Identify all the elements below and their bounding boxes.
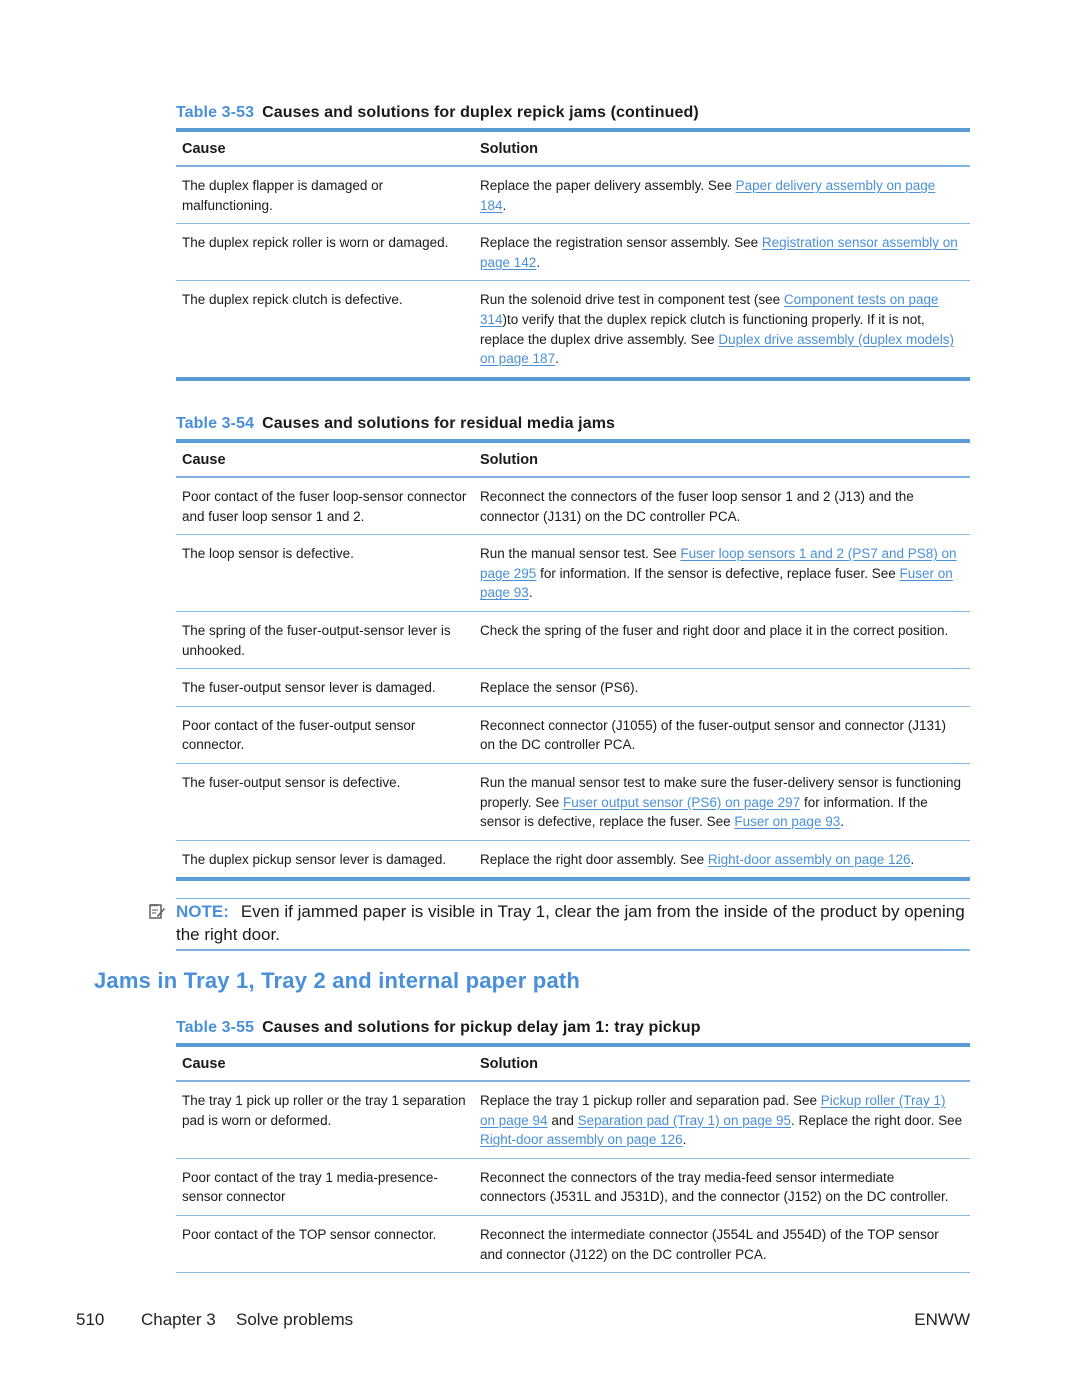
table-row: The duplex repick clutch is defective. Ru…: [176, 281, 970, 376]
solution-cell: Replace the tray 1 pickup roller and sep…: [474, 1091, 970, 1150]
table-row: The fuser-output sensor lever is damaged…: [176, 669, 970, 707]
cause-cell: The duplex repick clutch is defective.: [182, 292, 403, 308]
table-row: Poor contact of the TOP sensor connector…: [176, 1216, 970, 1274]
table-caption-3-54: Table 3-54 Causes and solutions for resid…: [176, 415, 970, 433]
table-bottom-rule: [176, 376, 970, 381]
table-header: Cause Solution: [176, 132, 970, 167]
solution-cell: Run the solenoid drive test in component…: [474, 290, 970, 368]
cause-cell: The fuser-output sensor lever is damaged…: [182, 680, 436, 696]
cause-cell: The tray 1 pick up roller or the tray 1 …: [182, 1093, 466, 1128]
solution-text: Reconnect the connectors of the fuser lo…: [480, 489, 914, 524]
table-row: The spring of the fuser-output-sensor le…: [176, 612, 970, 670]
solution-cell: Replace the paper delivery assembly. See…: [474, 176, 970, 215]
section-heading: Jams in Tray 1, Tray 2 and internal pape…: [94, 968, 581, 993]
cause-cell: Poor contact of the tray 1 media-presenc…: [182, 1169, 438, 1205]
cause-cell: The fuser-output sensor is defective.: [182, 774, 401, 790]
solution-cell: Reconnect the connectors of the tray med…: [474, 1168, 970, 1207]
solution-text: and: [547, 1112, 578, 1128]
note-box: NOTE: Even if jammed paper is visible in …: [176, 898, 970, 951]
solution-cell: Reconnect the intermediate connector (J5…: [474, 1225, 970, 1264]
table-number: Table 3-54: [176, 415, 255, 432]
header-solution: Solution: [480, 1056, 538, 1072]
note-pencil-icon: [149, 904, 165, 919]
solution-text: .: [536, 254, 541, 270]
solution-text: for information. If the sensor is defect…: [536, 565, 900, 581]
footer-locale: ENWW: [914, 1310, 970, 1329]
cross-reference-link[interactable]: Right-door assembly on page 126: [708, 852, 911, 867]
cause-cell: The duplex flapper is damaged or malfunc…: [182, 178, 384, 213]
cause-cell: Poor contact of the fuser-output sensor …: [182, 717, 416, 753]
solution-text: Replace the tray 1 pickup roller and sep…: [480, 1093, 821, 1108]
solution-text: .: [840, 814, 844, 830]
note-label: NOTE:: [176, 902, 229, 921]
solution-text: Run the solenoid drive test in component…: [480, 292, 784, 308]
header-cause: Cause: [182, 1056, 226, 1072]
solution-text: .: [682, 1132, 687, 1148]
solution-text: Run the manual sensor test. See: [480, 546, 681, 562]
solution-cell: Replace the registration sensor assembly…: [474, 233, 970, 272]
solution-cell: Check the spring of the fuser and right …: [474, 621, 970, 660]
table-header: Cause Solution: [176, 1047, 970, 1082]
table-row: The loop sensor is defective. Run the man…: [176, 535, 970, 612]
table-row: The duplex flapper is damaged or malfunc…: [176, 167, 970, 225]
solution-text: Replace the paper delivery assembly. See: [480, 178, 736, 193]
cause-cell: The spring of the fuser-output-sensor le…: [182, 622, 451, 658]
cause-cell: The loop sensor is defective.: [182, 546, 354, 562]
solution-text: Check the spring of the fuser and right …: [480, 622, 949, 638]
table-title: Causes and solutions for duplex repick j…: [262, 104, 699, 121]
table-residual-media-jams: Cause Solution Poor contact of the fuser…: [176, 439, 970, 882]
solution-cell: Replace the right door assembly. See Rig…: [474, 850, 970, 870]
cross-reference-link[interactable]: Fuser on page 93: [734, 814, 840, 829]
footer-chapter: Chapter 3: [141, 1310, 216, 1329]
table-number: Table 3-53: [176, 104, 255, 121]
solution-text: . Replace the right door. See: [791, 1112, 963, 1128]
cause-cell: The duplex repick roller is worn or dama…: [182, 235, 449, 251]
footer-page-number: 510: [76, 1310, 105, 1329]
solution-text: Replace the right door assembly. See: [480, 851, 708, 867]
table-row: Poor contact of the fuser loop-sensor co…: [176, 478, 970, 536]
solution-cell: Reconnect the connectors of the fuser lo…: [474, 487, 970, 526]
header-solution: Solution: [480, 452, 538, 468]
table-row: Poor contact of the tray 1 media-presenc…: [176, 1159, 970, 1216]
solution-text: Replace the sensor (PS6).: [480, 680, 639, 696]
table-bottom-rule: [176, 877, 970, 882]
header-solution: Solution: [480, 141, 538, 157]
table-row: The fuser-output sensor is defective. Run…: [176, 764, 970, 841]
solution-text: Reconnect connector (J1055) of the fuser…: [480, 717, 947, 753]
header-cause: Cause: [182, 452, 226, 468]
footer-chapter-title: Solve problems: [236, 1310, 354, 1329]
solution-text: .: [555, 351, 559, 367]
cross-reference-link[interactable]: Right-door assembly on page 126: [480, 1132, 683, 1147]
solution-cell: Replace the sensor (PS6).: [474, 678, 970, 698]
table-number: Table 3-55: [176, 1019, 255, 1036]
table-title: Causes and solutions for residual media …: [262, 415, 616, 432]
solution-cell: Reconnect connector (J1055) of the fuser…: [474, 716, 970, 755]
solution-text: .: [528, 585, 533, 601]
solution-text: .: [502, 197, 507, 213]
cause-cell: Poor contact of the TOP sensor connector…: [182, 1226, 437, 1242]
table-caption-3-53: Table 3-53 Causes and solutions for duple…: [176, 104, 970, 122]
table-row: Poor contact of the fuser-output sensor …: [176, 707, 970, 764]
solution-text: Reconnect the intermediate connector (J5…: [480, 1226, 939, 1262]
solution-text: Replace the registration sensor assembly…: [480, 235, 762, 251]
solution-cell: Run the manual sensor test. See Fuser lo…: [474, 544, 970, 603]
table-row: The duplex pickup sensor lever is damage…: [176, 841, 970, 878]
cross-reference-link[interactable]: Fuser output sensor (PS6) on page 297: [563, 795, 800, 810]
table-title: Causes and solutions for pickup delay ja…: [262, 1019, 701, 1036]
header-cause: Cause: [182, 141, 226, 157]
solution-cell: Run the manual sensor test to make sure …: [474, 773, 970, 832]
table-caption-3-55: Table 3-55 Causes and solutions for picku…: [176, 1019, 970, 1037]
cause-cell: Poor contact of the fuser loop-sensor co…: [182, 489, 467, 524]
table-duplex-repick-jams: Cause Solution The duplex flapper is dam…: [176, 128, 970, 381]
note-text: Even if jammed paper is visible in Tray …: [176, 902, 965, 944]
cause-cell: The duplex pickup sensor lever is damage…: [182, 851, 447, 867]
table-row: The duplex repick roller is worn or dama…: [176, 224, 970, 282]
table-row: The tray 1 pick up roller or the tray 1 …: [176, 1082, 970, 1159]
cross-reference-link[interactable]: Separation pad (Tray 1) on page 95: [578, 1113, 791, 1128]
solution-text: .: [910, 851, 915, 867]
table-pickup-delay-jam: Cause Solution The tray 1 pick up roller…: [176, 1043, 970, 1274]
solution-text: Reconnect the connectors of the tray med…: [480, 1169, 949, 1205]
table-header: Cause Solution: [176, 443, 970, 478]
